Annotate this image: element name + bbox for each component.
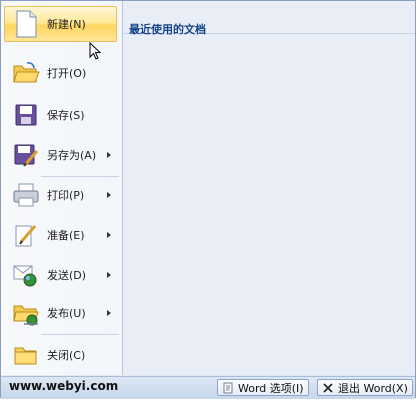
mouse-cursor-icon bbox=[89, 41, 102, 63]
word-options-label: Word 选项(I) bbox=[238, 381, 304, 395]
menu-item-print[interactable]: 打印(P) bbox=[4, 177, 117, 213]
submenu-arrow-icon bbox=[107, 152, 111, 158]
close-x-icon bbox=[322, 382, 334, 394]
submenu-arrow-icon bbox=[107, 310, 111, 316]
menu-label-publish: 发布(U) bbox=[47, 307, 86, 320]
exit-word-label: 退出 Word(X) bbox=[338, 381, 408, 395]
menu-item-send[interactable]: 发送(D) bbox=[4, 257, 117, 293]
menu-label-send: 发送(D) bbox=[47, 269, 87, 282]
watermark-text: www.webyi.com bbox=[9, 379, 119, 393]
office-menu-window: 新建(N) 打开(O) 保存(S) 另存为(A) 打印(P) 准备(E) 发送(… bbox=[0, 0, 416, 399]
menu-item-new[interactable]: 新建(N) bbox=[4, 6, 117, 42]
office-menu-pane: 新建(N) 打开(O) 保存(S) 另存为(A) 打印(P) 准备(E) 发送(… bbox=[1, 1, 123, 375]
new-document-icon bbox=[11, 10, 41, 38]
menu-label-new: 新建(N) bbox=[47, 18, 86, 31]
menu-label-save-as: 另存为(A) bbox=[47, 149, 97, 162]
recent-documents-title: 最近使用的文档 bbox=[129, 23, 206, 36]
menu-label-close: 关闭(C) bbox=[47, 349, 86, 362]
footer-bar: www.webyi.com Word 选项(I) 退出 Word(X) bbox=[1, 376, 415, 399]
menu-item-close[interactable]: 关闭(C) bbox=[4, 337, 117, 373]
save-as-icon bbox=[11, 141, 41, 169]
menu-item-prepare[interactable]: 准备(E) bbox=[4, 217, 117, 253]
send-icon bbox=[11, 261, 41, 289]
submenu-arrow-icon bbox=[107, 272, 111, 278]
menu-item-save[interactable]: 保存(S) bbox=[4, 97, 117, 133]
options-document-icon bbox=[222, 382, 234, 394]
recent-documents-pane: 最近使用的文档 bbox=[123, 1, 415, 375]
menu-separator bbox=[41, 334, 119, 335]
save-disk-icon bbox=[11, 101, 41, 129]
menu-label-save: 保存(S) bbox=[47, 109, 85, 122]
menu-label-print: 打印(P) bbox=[47, 189, 85, 202]
exit-word-button[interactable]: 退出 Word(X) bbox=[317, 379, 413, 396]
close-folder-icon bbox=[11, 341, 41, 369]
menu-item-save-as[interactable]: 另存为(A) bbox=[4, 137, 117, 173]
publish-folder-icon bbox=[11, 299, 41, 327]
menu-label-prepare: 准备(E) bbox=[47, 229, 85, 242]
menu-item-publish[interactable]: 发布(U) bbox=[4, 295, 117, 331]
submenu-arrow-icon bbox=[107, 192, 111, 198]
word-options-button[interactable]: Word 选项(I) bbox=[217, 379, 309, 396]
printer-icon bbox=[11, 181, 41, 209]
open-folder-icon bbox=[11, 59, 41, 87]
prepare-pen-icon bbox=[11, 221, 41, 249]
menu-label-open: 打开(O) bbox=[47, 67, 87, 80]
recent-documents-header: 最近使用的文档 bbox=[123, 1, 415, 36]
submenu-arrow-icon bbox=[107, 232, 111, 238]
